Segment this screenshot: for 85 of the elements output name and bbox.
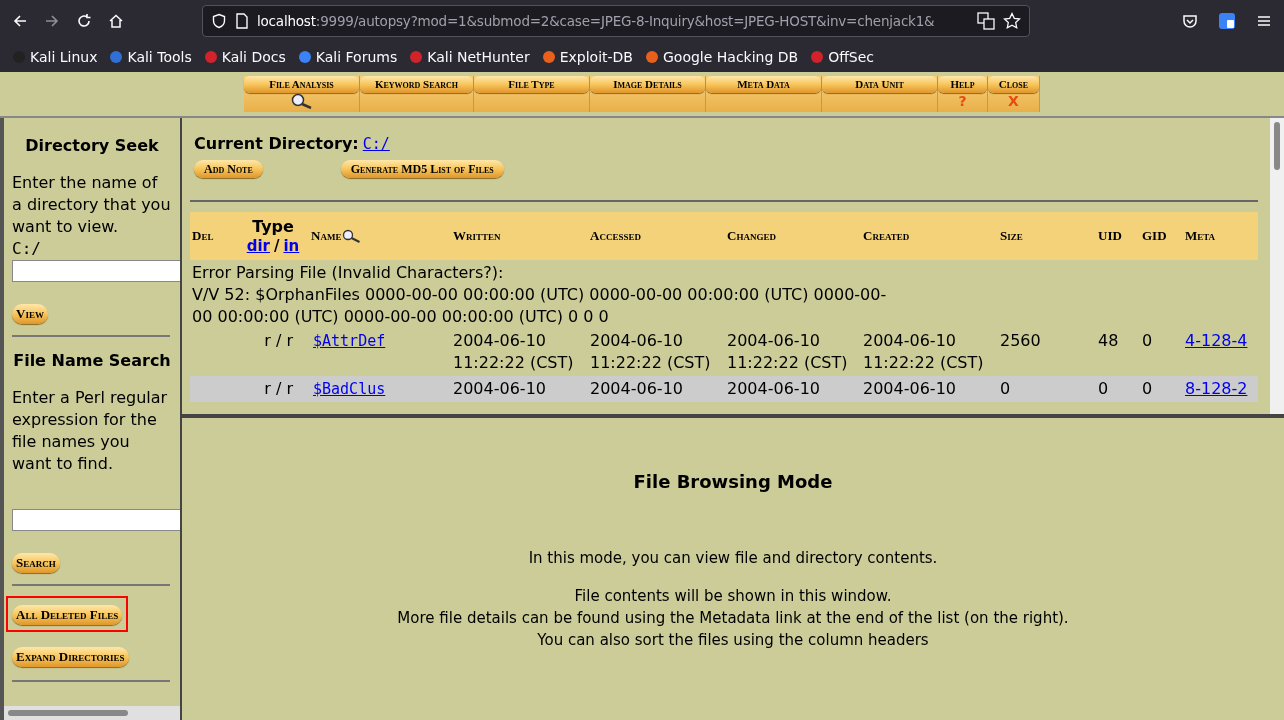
nav-tab[interactable]: File Analysis xyxy=(244,76,360,112)
shield-icon xyxy=(211,13,227,29)
scrollbar-thumb[interactable] xyxy=(8,710,128,716)
bookmark-link[interactable]: Kali Tools xyxy=(109,46,192,68)
sort-link[interactable]: in xyxy=(283,237,300,255)
table-cell-text: 2004-06-10 11:22:22 (CST) xyxy=(590,330,712,374)
table-cell-text: r / r xyxy=(263,330,294,352)
meta-link[interactable]: 4-128-4 xyxy=(1185,330,1248,352)
action-button[interactable]: All Deleted Files xyxy=(12,605,123,625)
translate-extension-icon[interactable] xyxy=(1218,12,1236,30)
table-cell-text: 2004-06-10 xyxy=(863,378,957,400)
bookmark-link[interactable]: Kali NetHunter xyxy=(409,46,530,68)
column-header: Created xyxy=(863,227,911,246)
section-title: File Name Search xyxy=(12,350,172,372)
column-header: Size xyxy=(1000,227,1024,246)
bookmark-link[interactable]: OffSec xyxy=(810,46,875,68)
table-cell-text: 0 xyxy=(1000,378,1012,400)
text-field[interactable] xyxy=(12,260,180,282)
info-text: In this mode, you can view file and directory contents. xyxy=(528,548,938,569)
bookmark-link[interactable]: Kali Docs xyxy=(203,46,286,68)
text-field[interactable] xyxy=(12,509,180,531)
table-cell-text: 2004-06-10 11:22:22 (CST) xyxy=(863,330,985,374)
table-cell-text: 2560 xyxy=(1000,330,1042,352)
file-link[interactable]: $BadClus xyxy=(311,378,386,400)
bookmark-link[interactable]: Kali Linux xyxy=(12,46,98,68)
table-cell-text: 0 xyxy=(1098,378,1110,400)
scrollbar-thumb[interactable] xyxy=(1274,122,1280,170)
page-icon xyxy=(235,13,249,29)
table-cell-text: 2004-06-10 11:22:22 (CST) xyxy=(453,330,575,374)
column-header: Del xyxy=(191,227,215,246)
action-button[interactable]: Add Note xyxy=(194,160,263,178)
nav-tab[interactable]: Keyword Search xyxy=(360,76,474,112)
nav-tab[interactable]: File Type xyxy=(474,76,590,112)
bookmark-link[interactable]: Kali Forums xyxy=(297,46,398,68)
path-text: C:/ xyxy=(12,238,42,260)
current-directory-label: Current Directory: xyxy=(194,133,359,155)
help-text: Enter the name of a directory that you want to view. xyxy=(12,172,172,238)
meta-link[interactable]: 8-128-2 xyxy=(1185,378,1248,400)
star-icon[interactable] xyxy=(1003,12,1021,30)
url-text: localhost:9999/autopsy?mod=1&submod=2&case=JPEG-8-Inquiry&host=JPEG-HOST&inv=chenjack1& xyxy=(257,11,936,31)
column-header: UID xyxy=(1098,227,1123,246)
column-header: Name xyxy=(311,227,342,246)
table-cell-text: 2004-06-10 xyxy=(453,378,547,400)
nav-tab[interactable]: Image Details xyxy=(590,76,706,112)
glyph-text: ? xyxy=(958,92,967,109)
separator-text: / xyxy=(274,237,280,255)
column-header: Written xyxy=(453,227,502,246)
table-cell-text: 0 xyxy=(1142,378,1154,400)
reload-icon[interactable] xyxy=(76,13,92,29)
back-icon[interactable] xyxy=(12,13,28,29)
path-link[interactable]: C:/ xyxy=(362,133,390,156)
address-bar[interactable]: localhost:9999/autopsy?mod=1&submod=2&case=JPEG-8-Inquiry&host=JPEG-HOST&inv=chenjack1& xyxy=(202,5,1030,37)
action-button[interactable]: Search xyxy=(12,553,60,573)
pocket-icon[interactable] xyxy=(1182,13,1198,29)
table-cell-text: 0 xyxy=(1142,330,1154,352)
table-cell-text: r / r xyxy=(263,378,294,400)
column-header: Type xyxy=(252,217,294,237)
menu-icon[interactable] xyxy=(1256,13,1272,29)
section-title: File Browsing Mode xyxy=(633,470,833,494)
column-header: GID xyxy=(1142,227,1168,246)
nav-tab[interactable]: Meta Data xyxy=(706,76,822,112)
column-header: Meta xyxy=(1185,227,1217,246)
forward-icon[interactable] xyxy=(44,13,60,29)
table-cell-text: 2004-06-10 xyxy=(727,378,821,400)
action-button[interactable]: Generate MD5 List of Files xyxy=(340,160,504,178)
bookmark-link[interactable]: Exploit-DB xyxy=(541,46,633,68)
table-cell-text: 2004-06-10 xyxy=(590,378,684,400)
bookmark-link[interactable]: Google Hacking DB xyxy=(645,46,799,68)
sort-link[interactable]: dir xyxy=(246,237,270,255)
action-button[interactable]: View xyxy=(12,304,48,324)
column-header: Changed xyxy=(727,227,777,246)
column-header: Accessed xyxy=(590,227,642,246)
nav-tab[interactable]: Data Unit xyxy=(822,76,938,112)
action-button[interactable]: Expand Directories xyxy=(12,647,129,667)
table-cell-text: 2004-06-10 11:22:22 (CST) xyxy=(727,330,849,374)
section-title: Directory Seek xyxy=(24,135,160,157)
table-cell-text: 48 xyxy=(1098,330,1120,352)
help-text: Enter a Perl regular expression for the file names you want to find. xyxy=(12,387,169,475)
nav-tab[interactable]: Close X xyxy=(988,76,1040,112)
nav-tab[interactable]: Help ? xyxy=(938,76,988,112)
file-link[interactable]: $AttrDef xyxy=(311,330,386,352)
home-icon[interactable] xyxy=(108,13,124,29)
info-text: File contents will be shown in this window. More file details can be found using the Metadata link at the end of the list (on the right). You can also sort the files using the column headers xyxy=(397,586,1069,651)
translate-icon[interactable] xyxy=(977,12,995,30)
glyph-text: X xyxy=(1008,92,1019,109)
